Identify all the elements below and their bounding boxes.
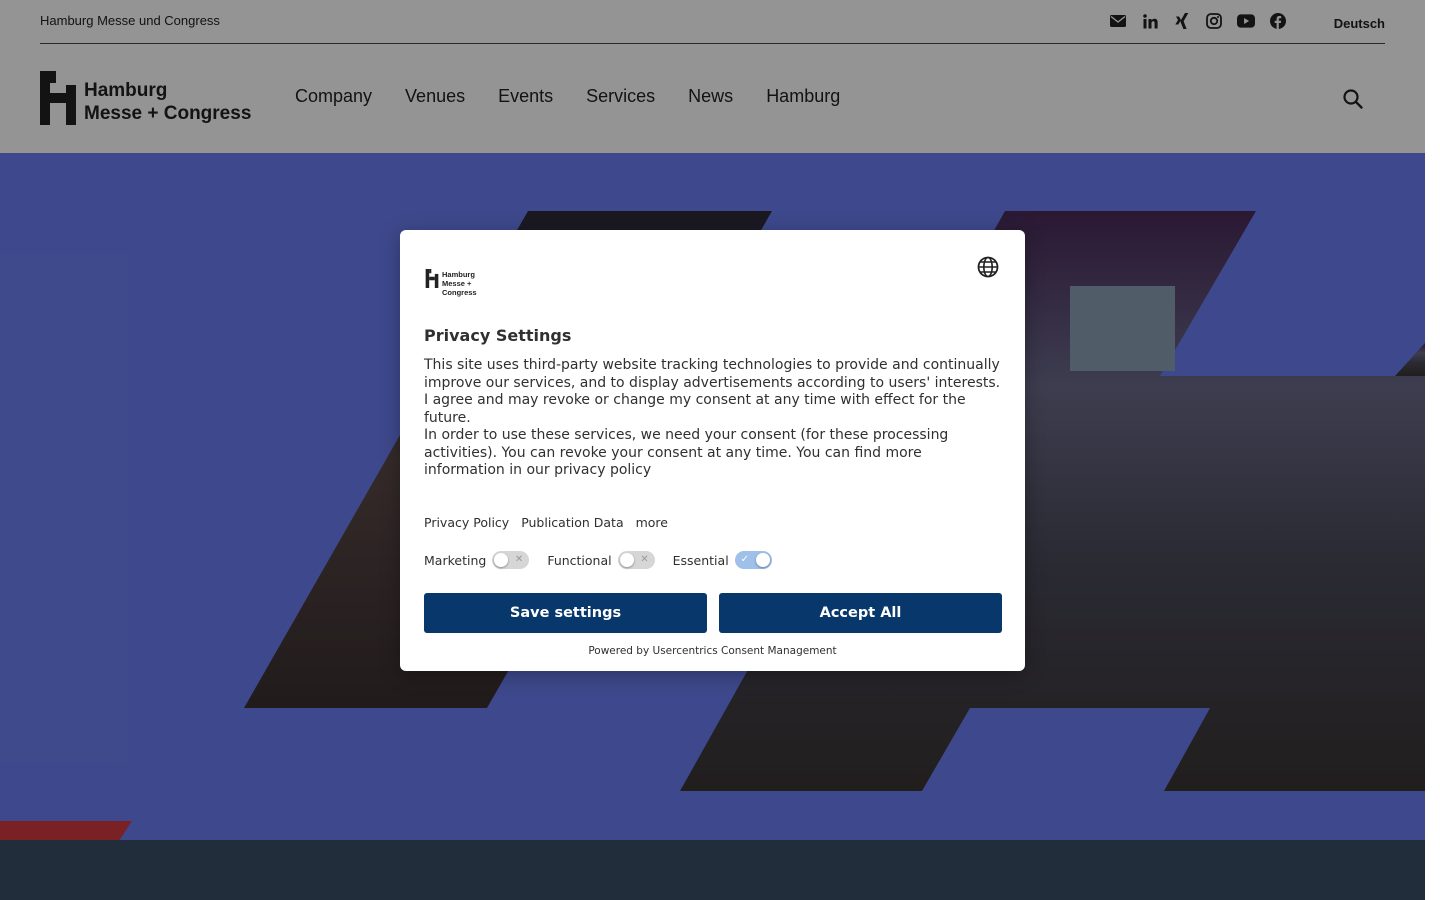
page-scrollbar[interactable] [1425, 0, 1440, 900]
dialog-title: Privacy Settings [424, 326, 572, 345]
toggle-essential: Essential ✓ [673, 551, 772, 569]
powered-by-text: Powered by Usercentrics Consent Manageme… [588, 645, 837, 657]
x-icon: ✕ [640, 554, 649, 565]
privacy-settings-dialog: Hamburg Messe + Congress Privacy Setting… [400, 230, 1025, 671]
dialog-links: Privacy Policy Publication Data more [424, 515, 668, 530]
dialog-logo-line-2: Messe + Congress [442, 279, 477, 297]
globe-icon[interactable] [977, 256, 999, 278]
toggle-label-marketing: Marketing [424, 552, 487, 568]
dialog-logo-line-1: Hamburg [442, 270, 475, 279]
toggle-label-essential: Essential [672, 552, 729, 568]
dialog-paragraph-1: This site uses third-party website track… [424, 357, 1001, 426]
toggle-marketing: Marketing ✕ [424, 551, 530, 569]
accept-all-button[interactable]: Accept All [719, 593, 1002, 633]
dialog-logo-text: Hamburg Messe + Congress [442, 270, 505, 297]
consent-toggles: Marketing ✕ Functional ✕ Essential ✓ [424, 551, 790, 569]
publication-data-link[interactable]: Publication Data [521, 515, 623, 530]
functional-switch[interactable]: ✕ [617, 551, 655, 569]
save-settings-button[interactable]: Save settings [424, 593, 707, 633]
dialog-logo: Hamburg Messe + Congress [425, 268, 505, 297]
essential-switch[interactable]: ✓ [734, 551, 772, 569]
check-icon: ✓ [740, 554, 750, 565]
privacy-policy-link[interactable]: Privacy Policy [424, 515, 509, 530]
dialog-description: This site uses third-party website track… [424, 357, 1004, 480]
marketing-switch[interactable]: ✕ [492, 551, 530, 569]
more-link[interactable]: more [636, 515, 668, 530]
dialog-paragraph-2: In order to use these services, we need … [424, 427, 949, 478]
toggle-functional: Functional ✕ [547, 551, 655, 569]
x-icon: ✕ [514, 554, 524, 565]
toggle-label-functional: Functional [547, 552, 612, 568]
logo-mark-icon [425, 269, 439, 288]
